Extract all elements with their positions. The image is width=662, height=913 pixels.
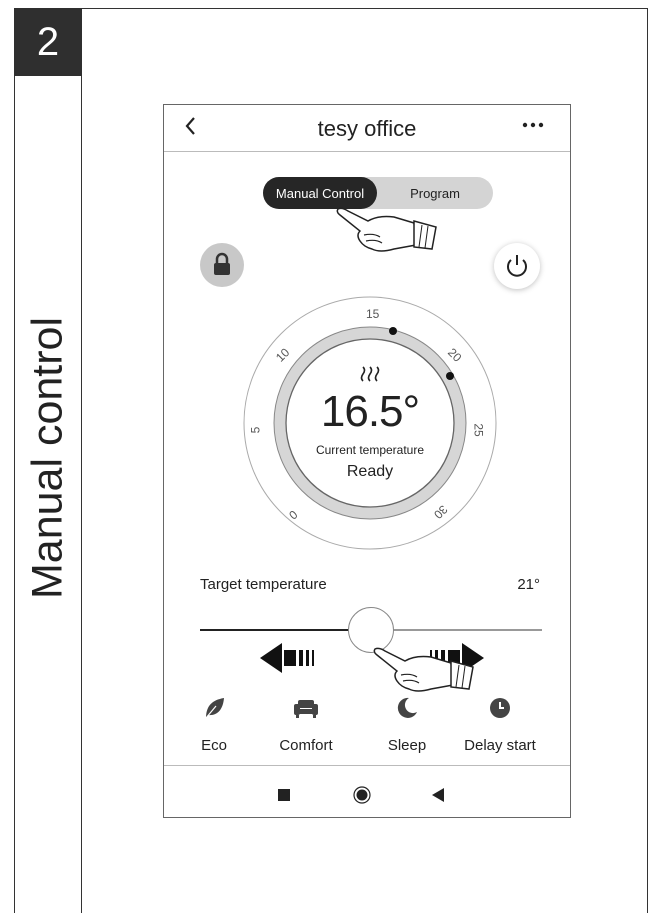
mode-label: Comfort xyxy=(279,737,333,754)
power-icon xyxy=(507,255,527,277)
system-nav-bar xyxy=(164,765,570,820)
setpoint-marker xyxy=(389,327,397,335)
power-button[interactable] xyxy=(494,243,540,289)
target-temperature-label: Target temperature xyxy=(200,576,327,593)
mode-eco[interactable]: Eco xyxy=(164,693,264,754)
heat-waves-icon xyxy=(360,366,380,382)
scale-label: 15 xyxy=(366,307,380,321)
current-temperature-value: 16.5° xyxy=(320,387,420,436)
leaf-icon xyxy=(164,693,264,723)
pointing-hand-illustration xyxy=(373,647,474,692)
app-title: tesy office xyxy=(317,116,417,141)
more-icon[interactable] xyxy=(520,111,546,139)
app-header: tesy office xyxy=(164,105,570,152)
section-title: Manual control xyxy=(23,316,72,600)
mode-label: Sleep xyxy=(387,737,427,754)
lock-icon xyxy=(214,252,230,275)
current-marker xyxy=(446,372,454,380)
target-temperature-value: 21° xyxy=(517,576,540,593)
circle-icon[interactable] xyxy=(353,786,371,809)
pointing-hand-illustration xyxy=(336,207,437,252)
arrow-left-icon xyxy=(260,643,314,673)
mode-label: Delay start xyxy=(464,737,536,754)
armchair-icon xyxy=(256,693,356,723)
status-text: Ready xyxy=(346,463,394,480)
square-icon[interactable] xyxy=(278,788,290,806)
slider-track-empty xyxy=(370,629,542,631)
step-number: 2 xyxy=(14,8,82,76)
temperature-dial: 0 5 10 15 20 25 30 16.5° Current tempera… xyxy=(242,295,498,551)
slider-track-filled xyxy=(200,629,370,631)
triangle-back-icon[interactable] xyxy=(432,788,444,807)
current-temperature-caption: Current temperature xyxy=(315,443,425,457)
mode-comfort[interactable]: Comfort xyxy=(256,693,356,754)
lock-button[interactable] xyxy=(200,243,244,287)
mode-label: Eco xyxy=(201,737,227,754)
